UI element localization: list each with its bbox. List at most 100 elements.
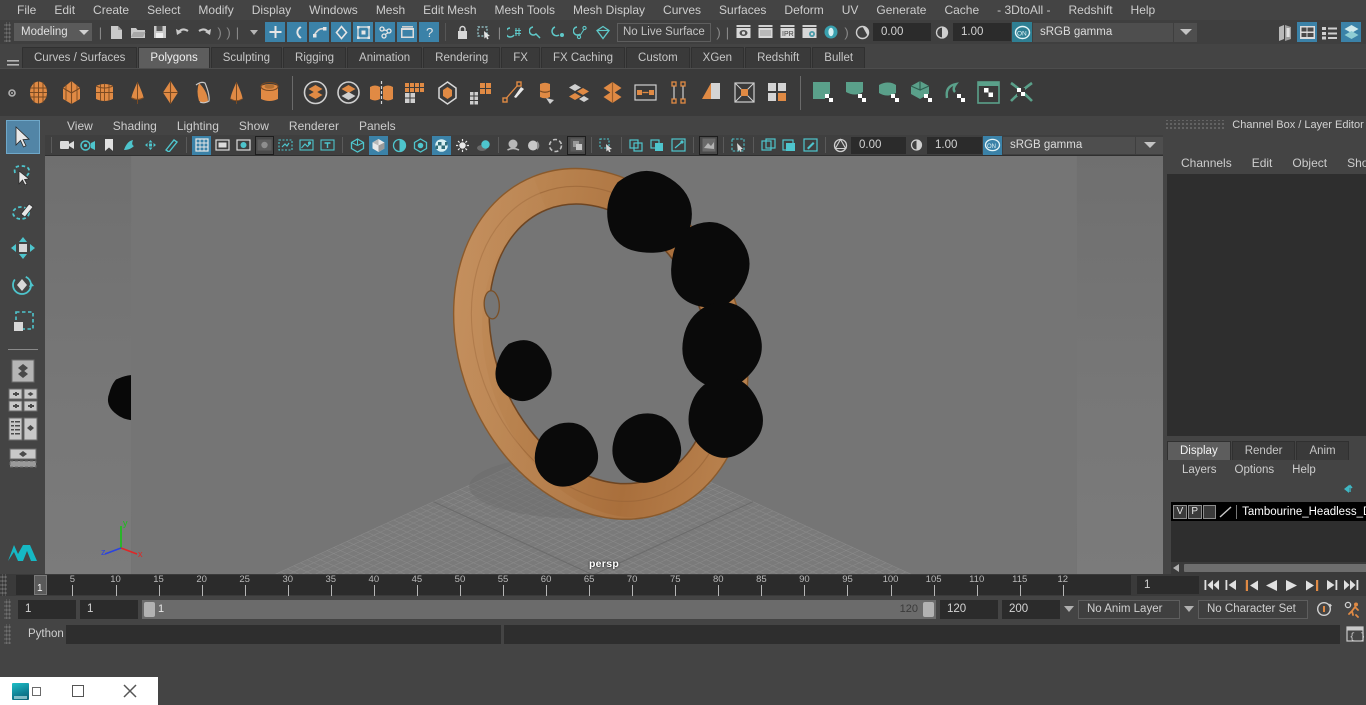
isolate-select-icon[interactable] [597,136,616,155]
anim-end-time-field[interactable]: 200 [1002,599,1060,619]
poly-pipe-icon[interactable] [253,73,286,113]
viewport-gamma-icon[interactable] [907,136,926,155]
layer-tab-display[interactable]: Display [1167,441,1231,460]
time-slider[interactable]: 1 5 10 15 20 25 30 35 40 45 50 55 60 65 70 75 80 85 90 95 1… [16,574,1131,596]
viewport-renderer-icon[interactable] [699,135,718,155]
character-set-dropdown-arrow[interactable] [1184,606,1194,612]
image-plane-icon[interactable] [120,136,139,155]
extrude-icon[interactable] [464,73,497,113]
menu-item-display[interactable]: Display [243,1,300,19]
layer-row[interactable]: V P Tambourine_Headless_Double_Row_Jing [1171,502,1366,521]
screen-space-ao-icon[interactable] [504,136,523,155]
select-render-nodes-icon[interactable] [397,22,417,42]
duplicate-view-icon[interactable] [759,136,778,155]
playback-start-time-field[interactable]: 1 [80,599,138,619]
open-scene-icon[interactable] [128,22,148,42]
scale-tool-button[interactable] [6,305,40,339]
shelf-tab-rigging[interactable]: Rigging [283,47,347,68]
snap-to-curve-icon[interactable] [527,22,547,42]
tear-off-copy-icon[interactable] [780,136,799,155]
channelbox-menu-object[interactable]: Object [1282,156,1337,170]
command-language-label[interactable]: Python [14,628,66,640]
poly-pyramid-icon[interactable] [220,73,253,113]
grid-toggle-icon[interactable] [192,135,211,155]
twopoint-resolution-icon[interactable] [141,136,160,155]
uv-unfold-icon[interactable] [1005,73,1038,113]
shelf-tab-sculpting[interactable]: Sculpting [210,47,283,68]
separate-icon[interactable] [332,73,365,113]
shelf-tab-bullet[interactable]: Bullet [812,47,866,68]
xray-joints-toggle-icon[interactable] [669,136,688,155]
viewport-menu-view[interactable]: View [57,119,103,133]
xray-icon[interactable] [627,136,646,155]
hypershade-icon[interactable] [821,22,841,42]
anim-start-time-field[interactable]: 1 [18,599,76,619]
shadows-icon[interactable] [474,136,493,155]
layer-list[interactable]: V P Tambourine_Headless_Double_Row_Jing [1171,502,1366,574]
highlight-selection-icon[interactable] [474,22,494,42]
gamma-icon[interactable] [932,22,952,42]
menuset-mode-selector[interactable]: Modeling [14,23,92,41]
channelbox-menu-edit[interactable]: Edit [1242,156,1283,170]
colorspace-selector[interactable]: sRGB gamma [1033,22,1173,42]
shelf-tab-curves-surfaces[interactable]: Curves / Surfaces [22,47,138,68]
menu-item-mesh-display[interactable]: Mesh Display [564,1,654,19]
snap-to-grid-icon[interactable] [505,22,525,42]
add-divisions-icon[interactable] [596,73,629,113]
menu-item-mesh-tools[interactable]: Mesh Tools [486,1,564,19]
viewport-menu-renderer[interactable]: Renderer [279,119,349,133]
layer-color-swatch[interactable] [1217,504,1235,519]
scroll-left-arrow[interactable] [1171,561,1183,575]
rangeslider-grip[interactable] [4,599,11,619]
render-sequence-icon[interactable] [755,22,775,42]
show-hide-modeling-toolkit-icon[interactable] [1275,22,1295,42]
step-back-button[interactable] [1223,576,1240,595]
menu-item-deform[interactable]: Deform [775,1,832,19]
animation-preferences-icon[interactable] [1340,601,1366,618]
exposure-aperture-icon[interactable] [831,136,850,155]
uv-plane-icon[interactable] [807,73,840,113]
menu-item-generate[interactable]: Generate [867,1,935,19]
bookmark-icon[interactable] [99,136,118,155]
anim-layer-selector[interactable]: No Anim Layer [1078,599,1180,619]
channelbox-menu-show[interactable]: Show [1337,156,1366,170]
shelf-tab-polygons[interactable]: Polygons [138,47,210,68]
insert-edge-loop-icon[interactable] [530,73,563,113]
xray-joints-icon[interactable] [297,136,316,155]
menu-item-3dtoall[interactable]: - 3DtoAll - [988,1,1059,19]
move-tool-button[interactable] [6,231,40,265]
time-playhead[interactable]: 1 [34,575,47,595]
live-surface-field[interactable]: No Live Surface [617,22,711,42]
paint-select-tool-button[interactable] [6,194,40,228]
show-hide-layer-editor-icon[interactable] [1341,22,1361,42]
poly-cylinder-icon[interactable] [88,73,121,113]
layer-menu-help[interactable]: Help [1283,464,1325,476]
ipr-render-icon[interactable]: IPR [777,22,797,42]
menu-item-create[interactable]: Create [84,1,138,19]
scrollbar-thumb[interactable] [1184,564,1366,572]
menu-item-edit-mesh[interactable]: Edit Mesh [414,1,485,19]
viewport-exposure-field[interactable]: 0.00 [851,136,906,154]
snap-to-point-icon[interactable] [549,22,569,42]
gate-mask-icon[interactable] [255,135,274,155]
play-backwards-button[interactable] [1263,576,1280,595]
motion-blur-icon[interactable] [525,136,544,155]
render-settings-icon[interactable] [799,22,819,42]
hardware-texture-icon[interactable] [411,136,430,155]
layer-tab-anim[interactable]: Anim [1296,441,1349,460]
viewport-gamma-field[interactable]: 1.00 [927,136,982,154]
menu-item-surfaces[interactable]: Surfaces [710,1,775,19]
uv-editor-icon[interactable] [972,73,1005,113]
offset-edge-loop-icon[interactable] [563,73,596,113]
taskbar-maya-item[interactable] [0,682,52,700]
uv-sphere-icon[interactable] [873,73,906,113]
show-hide-attribute-editor-icon[interactable] [1297,22,1317,42]
colorspace-dropdown-arrow[interactable] [1173,22,1197,42]
multisample-aa-icon[interactable] [546,136,565,155]
show-hide-channel-box-icon[interactable] [1319,22,1339,42]
viewport-colorspace-toggle-icon[interactable]: ON [983,135,1002,155]
move-layer-up-icon[interactable] [1343,483,1358,498]
shelf-tab-custom[interactable]: Custom [626,47,690,68]
statusline-grip[interactable] [4,22,11,42]
select-mask-icon[interactable] [729,136,748,155]
